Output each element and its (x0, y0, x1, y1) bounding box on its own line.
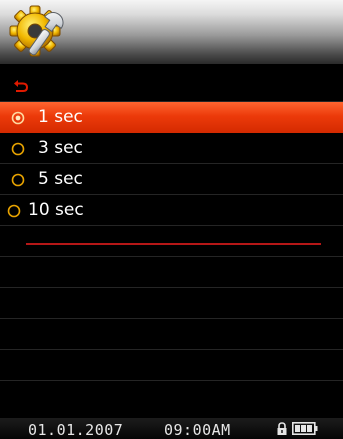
status-date: 01.01.2007 (28, 421, 124, 439)
option-1-sec[interactable]: 1 sec (0, 102, 343, 133)
status-bar: 01.01.2007 09:00AM (0, 418, 343, 439)
device-screen: 1 sec 3 sec 5 sec 10 sec 01.01.2007 09:0… (0, 0, 343, 439)
option-label: 1 sec (38, 107, 83, 127)
option-10-sec[interactable]: 10 sec (0, 195, 343, 226)
radio-unselected-icon (7, 204, 21, 218)
option-label: 3 sec (38, 138, 83, 158)
option-label: 5 sec (38, 169, 83, 189)
option-label: 10 sec (28, 200, 84, 220)
option-3-sec[interactable]: 3 sec (0, 133, 343, 164)
radio-unselected-icon (11, 173, 25, 187)
back-row[interactable] (0, 71, 343, 102)
lock-icon (277, 422, 287, 435)
battery-icon (292, 422, 318, 435)
list-divider (26, 243, 321, 245)
header-bar (0, 0, 343, 64)
option-5-sec[interactable]: 5 sec (0, 164, 343, 195)
radio-selected-icon (11, 111, 25, 125)
status-time: 09:00AM (164, 421, 231, 439)
option-list: 1 sec 3 sec 5 sec 10 sec (0, 71, 343, 411)
gear-wrench-settings-icon (9, 5, 64, 57)
return-arrow-icon[interactable] (13, 78, 29, 94)
radio-unselected-icon (11, 142, 25, 156)
